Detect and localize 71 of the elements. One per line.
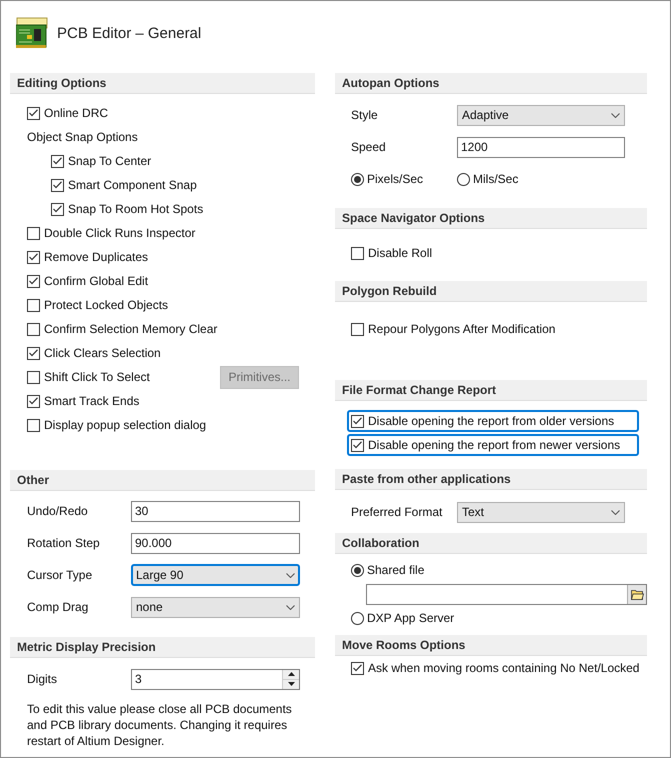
check-icon	[353, 441, 362, 449]
circuit-board-icon	[16, 17, 48, 49]
check-icon	[353, 664, 362, 672]
radio-option[interactable]: DXP App Server	[351, 609, 454, 627]
check-icon	[353, 417, 362, 425]
checkbox[interactable]: Confirm Selection Memory Clear	[27, 320, 218, 338]
section-header: Move Rooms Options	[335, 635, 647, 656]
checkbox[interactable]: Disable opening the report from newer versions	[347, 434, 639, 456]
section-header: Editing Options	[10, 73, 315, 94]
section-header: Metric Display Precision	[10, 637, 315, 658]
file-path-field[interactable]	[366, 584, 647, 604]
dropdown[interactable]: none	[131, 596, 300, 618]
section-header: Other	[10, 470, 315, 491]
check-icon	[29, 109, 38, 117]
chevron-down-icon	[286, 604, 295, 610]
checkbox[interactable]: Confirm Global Edit	[27, 272, 148, 290]
dropdown[interactable]: Large 90	[131, 564, 300, 586]
field-label: Rotation Step	[27, 535, 101, 552]
browse-folder-button[interactable]	[627, 584, 646, 604]
checkbox[interactable]: Double Click Runs Inspector	[27, 224, 196, 242]
spin-up-icon[interactable]	[283, 670, 299, 680]
field-label: Digits	[27, 671, 58, 688]
checkbox[interactable]: Snap To Room Hot Spots	[51, 200, 204, 218]
dropdown[interactable]: Text	[457, 502, 625, 522]
check-icon	[53, 205, 62, 213]
checkbox[interactable]: Online DRC	[27, 104, 108, 122]
check-icon	[29, 397, 38, 405]
section-header: Collaboration	[335, 533, 647, 554]
spinner-field[interactable]: 3	[131, 668, 300, 690]
checkbox[interactable]: Smart Track Ends	[27, 392, 140, 410]
section-header: Paste from other applications	[335, 469, 647, 490]
radio-option[interactable]: Pixels/Sec	[351, 170, 457, 188]
checkbox[interactable]: Protect Locked Objects	[27, 296, 168, 314]
section-header: File Format Change Report	[335, 380, 647, 401]
window-title: PCB Editor – General	[57, 24, 202, 44]
input-field[interactable]: 30	[131, 500, 300, 522]
checkbox[interactable]: Disable Roll	[351, 244, 432, 262]
chevron-down-icon	[611, 510, 620, 514]
dropdown[interactable]: Adaptive	[457, 104, 625, 126]
folder-icon	[630, 588, 644, 600]
check-icon	[53, 181, 62, 189]
checkbox[interactable]: Display popup selection dialog	[27, 416, 206, 434]
checkbox[interactable]: Ask when moving rooms containing No Net/Locked	[351, 659, 640, 677]
checkbox[interactable]: Shift Click To Select	[27, 368, 150, 386]
checkbox[interactable]: Snap To Center	[51, 152, 152, 170]
check-icon	[29, 277, 38, 285]
radio-option[interactable]: Shared file	[351, 561, 424, 579]
radio-option[interactable]: Mils/Sec	[457, 170, 518, 188]
chevron-down-icon	[286, 572, 295, 578]
field-label: Undo/Redo	[27, 503, 89, 520]
checkbox[interactable]: Remove Duplicates	[27, 248, 148, 266]
field-label: Comp Drag	[27, 599, 90, 616]
section-header: Autopan Options	[335, 73, 647, 94]
chevron-down-icon	[611, 112, 620, 118]
note-text: To edit this value please close all PCB documents and PCB library documents. Changing it requires restart of Altium Designer.	[27, 701, 293, 749]
check-icon	[29, 253, 38, 261]
input-field[interactable]: 90.000	[131, 532, 300, 554]
field-label: Preferred Format	[351, 504, 444, 521]
field-label: Speed	[351, 139, 387, 156]
checkbox[interactable]: Disable opening the report from older versions	[347, 410, 639, 432]
field-label: Style	[351, 107, 379, 124]
section-header: Polygon Rebuild	[335, 281, 647, 302]
section-header: Space Navigator Options	[335, 208, 647, 229]
checkbox[interactable]: Smart Component Snap	[51, 176, 197, 194]
input-field[interactable]: 1200	[457, 136, 625, 158]
group-label: Object Snap Options	[27, 129, 138, 146]
checkbox[interactable]: Click Clears Selection	[27, 344, 161, 362]
check-icon	[29, 349, 38, 357]
field-label: Cursor Type	[27, 567, 94, 584]
check-icon	[53, 157, 62, 165]
checkbox[interactable]: Repour Polygons After Modification	[351, 320, 556, 338]
